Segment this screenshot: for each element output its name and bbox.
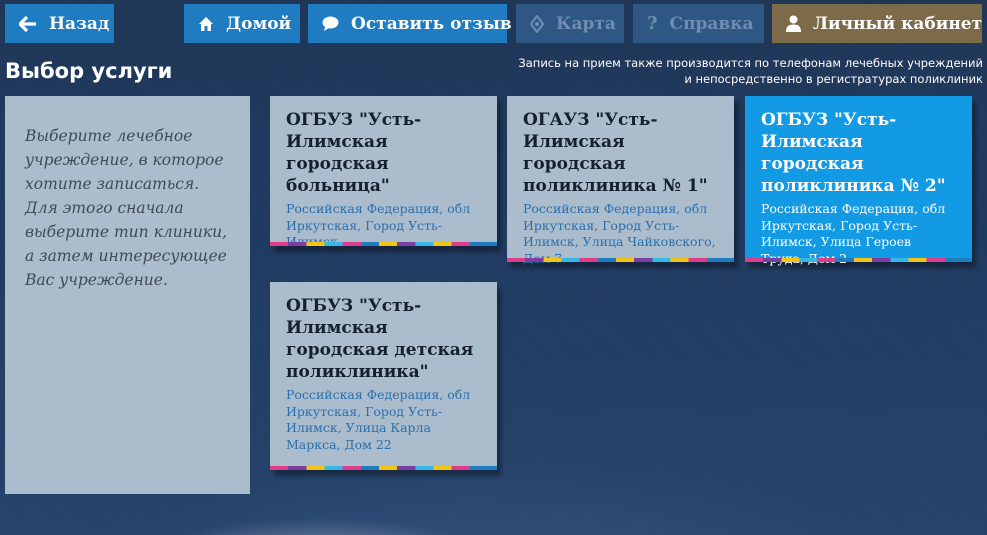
institution-card[interactable]: ОГАУЗ "Усть-Илимская городская поликлини… — [507, 96, 734, 266]
color-stripe — [270, 466, 497, 470]
map-label: Карта — [556, 13, 616, 34]
institution-card[interactable]: ОГБУЗ "Усть-Илимская городская больница"… — [270, 96, 497, 249]
page-title: Выбор услуги — [5, 59, 173, 83]
institution-name: ОГБУЗ "Усть-Илимская городская больница" — [286, 110, 422, 196]
institution-name: ОГАУЗ "Усть-Илимская городская поликлини… — [523, 110, 708, 196]
question-icon: ? — [647, 13, 658, 34]
notice-line-2: и непосредственно в регистратурах поликл… — [684, 72, 983, 86]
instructions-panel: Выберите лечебное учреждение, в которое … — [5, 96, 250, 494]
phone-notice: Запись на прием также производится по те… — [483, 55, 983, 87]
back-label: Назад — [49, 13, 110, 34]
user-icon — [786, 15, 801, 33]
home-icon — [198, 15, 214, 33]
home-label: Домой — [226, 13, 292, 34]
institution-name: ОГБУЗ "Усть-Илимская городская поликлини… — [761, 110, 946, 196]
color-stripe — [507, 258, 734, 262]
feedback-button[interactable]: Оставить отзыв — [308, 4, 512, 43]
institution-address: Российская Федерация, обл Иркутская, Гор… — [286, 387, 471, 452]
instructions-text: Выберите лечебное учреждение, в которое … — [25, 127, 228, 289]
speech-bubble-icon — [322, 15, 339, 33]
account-button[interactable]: Личный кабинет — [772, 4, 982, 43]
institution-name: ОГБУЗ "Усть-Илимская городская детская п… — [286, 296, 474, 382]
arrow-left-icon — [19, 15, 37, 33]
map-pin-icon — [530, 14, 544, 33]
home-button[interactable]: Домой — [184, 4, 300, 43]
institution-card-selected[interactable]: ОГБУЗ "Усть-Илимская городская поликлини… — [745, 96, 972, 266]
map-button[interactable]: Карта — [516, 4, 624, 43]
account-label: Личный кабинет — [813, 13, 983, 34]
notice-line-1: Запись на прием также производится по те… — [518, 56, 983, 70]
color-stripe — [270, 242, 497, 246]
back-button[interactable]: Назад — [5, 4, 114, 43]
feedback-label: Оставить отзыв — [351, 13, 512, 34]
institution-card[interactable]: ОГБУЗ "Усть-Илимская городская детская п… — [270, 282, 497, 470]
help-button[interactable]: ? Справка — [633, 4, 764, 43]
color-stripe — [745, 258, 972, 262]
help-label: Справка — [669, 13, 754, 34]
